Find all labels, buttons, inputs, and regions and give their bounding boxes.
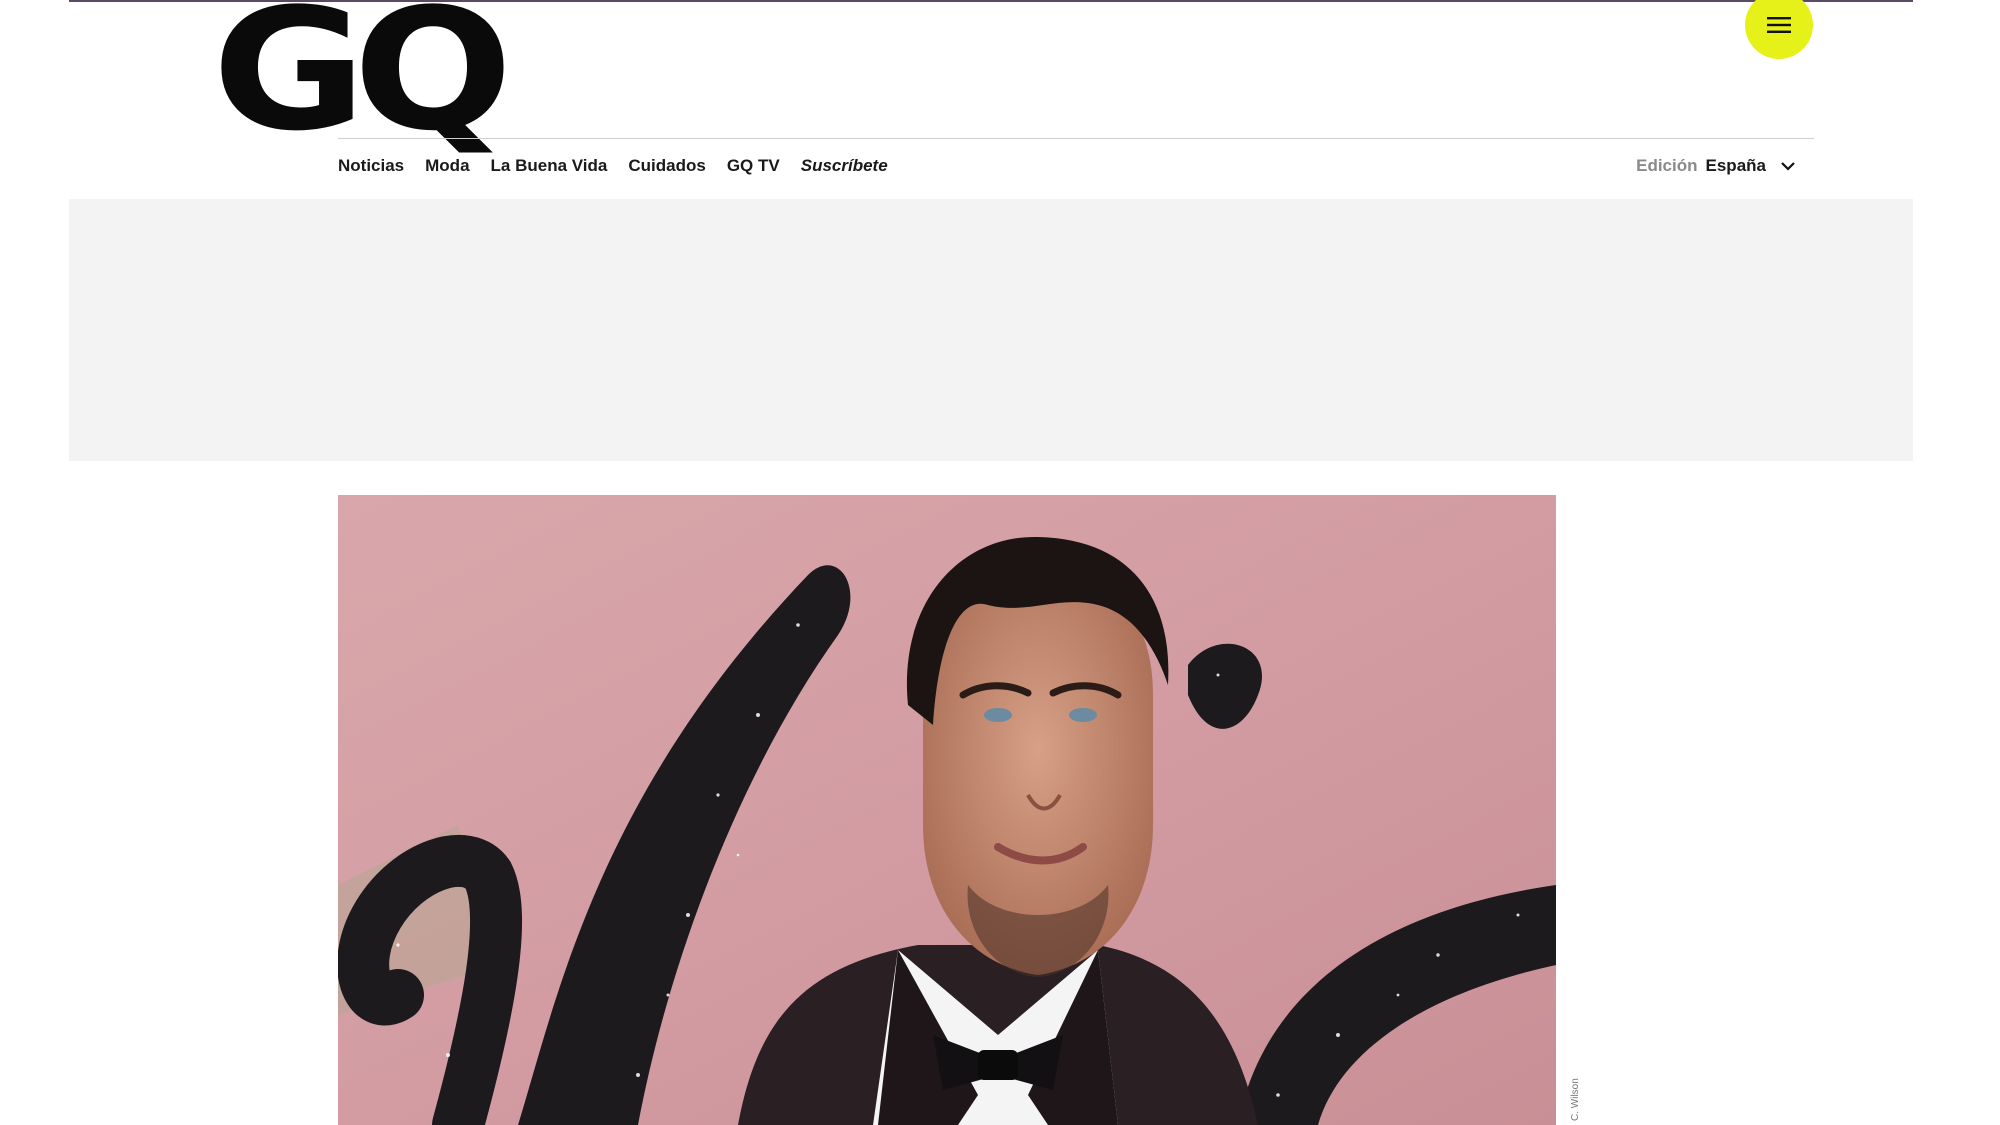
nav-item-moda[interactable]: Moda	[425, 156, 469, 176]
chevron-down-icon	[1781, 162, 1795, 171]
nav-item-gq-tv[interactable]: GQ TV	[727, 156, 780, 176]
nav-item-cuidados[interactable]: Cuidados	[628, 156, 705, 176]
nav-item-noticias[interactable]: Noticias	[338, 156, 404, 176]
photo-credit: C. Wilson	[1570, 1078, 1581, 1121]
main-nav: Noticias Moda La Buena Vida Cuidados GQ …	[338, 156, 888, 176]
page: GQ Noticias Moda La Buena Vida Cuidados …	[69, 0, 1913, 1125]
gq-logo[interactable]: GQ	[212, 0, 513, 154]
edition-selector[interactable]: Edición España	[1636, 156, 1796, 176]
menu-button[interactable]	[1745, 0, 1813, 59]
hamburger-icon	[1767, 17, 1791, 33]
ad-banner-placeholder	[69, 199, 1913, 461]
nav-divider	[338, 138, 1814, 139]
edition-value: España	[1705, 156, 1766, 175]
edition-label: Edición	[1636, 156, 1698, 175]
nav-item-suscribete[interactable]: Suscríbete	[801, 156, 888, 176]
hero-photo	[338, 495, 1556, 1125]
hero-image[interactable]	[338, 495, 1556, 1125]
nav-item-la-buena-vida[interactable]: La Buena Vida	[491, 156, 608, 176]
